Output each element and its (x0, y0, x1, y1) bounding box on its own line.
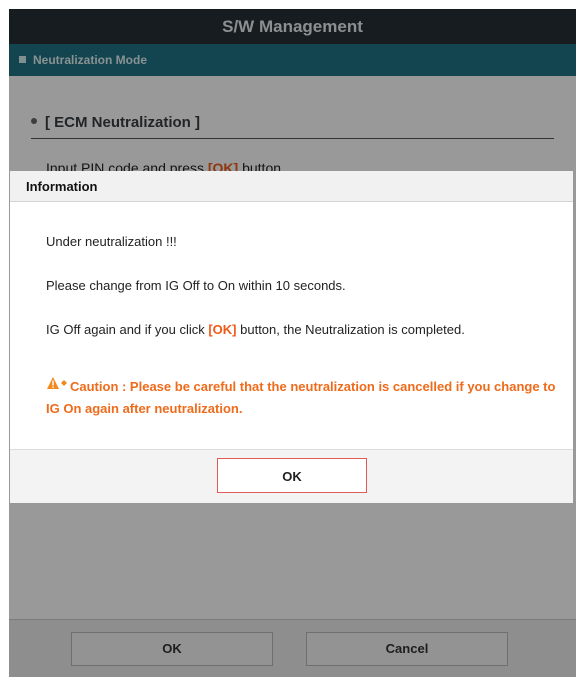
dialog-ok-highlight: [OK] (208, 322, 237, 337)
caution-message: Caution : Please be careful that the neu… (46, 376, 556, 419)
dialog-footer: OK (10, 449, 573, 503)
dialog-line-ig-instruction: Please change from IG Off to On within 1… (46, 278, 346, 293)
app-window: S/W Management Neutralization Mode [ ECM… (9, 9, 576, 677)
dialog-title: Information (10, 171, 573, 202)
dialog-text-part: IG Off again and if you click (46, 322, 209, 337)
dialog-text-part: button, the Neutralization is completed. (236, 322, 465, 337)
dialog-line-neutralizing: Under neutralization !!! (46, 234, 177, 249)
caution-text: Caution : Please be careful that the neu… (46, 379, 556, 417)
bottom-left-edge (0, 635, 7, 677)
warning-triangle-icon (46, 375, 68, 396)
dialog-ok-button[interactable]: OK (217, 458, 367, 493)
dialog-line-completion: IG Off again and if you click [OK] butto… (46, 322, 465, 337)
information-dialog: Information Under neutralization !!! Ple… (10, 171, 573, 503)
